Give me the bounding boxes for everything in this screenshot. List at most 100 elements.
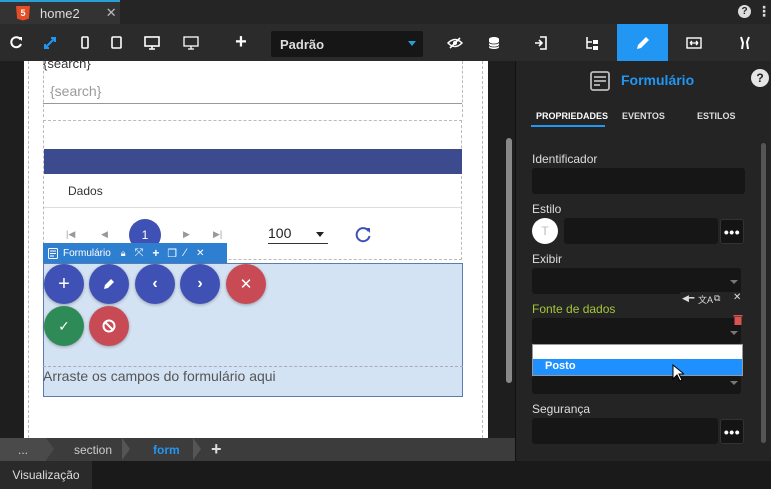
last-page-icon[interactable]: ▶| (213, 229, 222, 240)
seguranca-input[interactable] (532, 418, 718, 444)
identificador-input[interactable] (532, 168, 745, 194)
page-size-value: 100 (268, 225, 292, 241)
move-icon[interactable]: ⤧ (135, 247, 144, 260)
next-page-icon[interactable]: ▶ (183, 229, 190, 240)
grid-header (44, 149, 462, 174)
database-icon[interactable] (480, 24, 508, 61)
search-input[interactable]: {search} (43, 77, 462, 104)
add-child-icon[interactable]: + (152, 246, 159, 260)
back-icon[interactable]: ◀━ (682, 293, 694, 304)
exibir-select[interactable] (532, 268, 741, 294)
breadcrumb-separator (46, 438, 54, 460)
chevron-left-icon: ‹ (152, 275, 158, 292)
breadcrumb-item-section[interactable]: section (74, 438, 112, 461)
active-tab-indicator (531, 125, 605, 127)
table-cell: Dados (68, 184, 103, 198)
lock-icon[interactable]: 🔒︎ (121, 248, 126, 259)
form-guide (43, 366, 463, 367)
option-posto[interactable]: Posto (533, 359, 742, 375)
page-size-select[interactable]: 100 (268, 225, 328, 244)
seguranca-more-button[interactable]: ••• (720, 419, 744, 444)
tab-estilos[interactable]: ESTILOS (697, 111, 736, 121)
chevron-down-icon (408, 41, 416, 46)
first-page-icon[interactable]: |◀ (66, 229, 75, 240)
refresh-icon[interactable] (2, 24, 30, 61)
estilo-input[interactable] (564, 218, 718, 244)
html5-icon: 5 (16, 5, 30, 21)
table-row[interactable]: Dados (44, 174, 462, 208)
tab-home2[interactable]: 5 home2 ✕ (0, 0, 120, 24)
add-icon[interactable]: + (227, 24, 255, 61)
estilo-avatar[interactable]: T (532, 218, 558, 244)
eye-slash-icon[interactable] (441, 24, 469, 61)
status-bar (0, 461, 771, 489)
tree-icon[interactable] (566, 24, 617, 61)
identificador-label: Identificador (532, 152, 598, 166)
form-icon (48, 247, 58, 259)
chevron-down-icon (316, 232, 324, 237)
monitor-icon[interactable] (177, 24, 205, 61)
close-icon: ✕ (239, 276, 253, 293)
form-drop-hint: Arraste os campos do formulário aqui (43, 368, 276, 384)
window-menu-icon[interactable]: ⋮ (757, 3, 771, 20)
magic-wand-icon[interactable]: ⁄ (184, 247, 186, 259)
resize-icon[interactable] (668, 24, 719, 61)
chevron-down-icon (730, 381, 738, 385)
copy-icon[interactable]: ❐ (167, 247, 177, 260)
exibir-label: Exibir (532, 252, 563, 266)
add-button[interactable]: + (44, 264, 84, 304)
outer-guide-left (28, 61, 29, 438)
next-button[interactable]: › (180, 264, 220, 304)
device-select[interactable]: Padrão (271, 31, 423, 57)
form-tag[interactable]: Formulário 🔒︎ ⤧ + ❐ ⁄ ✕ (43, 243, 227, 263)
refresh-grid-icon[interactable] (354, 226, 372, 249)
trash-icon[interactable] (733, 312, 743, 330)
breadcrumb-item-form[interactable]: form (153, 438, 180, 461)
chevron-right-icon: › (197, 275, 203, 292)
option-empty[interactable] (533, 345, 742, 359)
edit-properties-tab[interactable] (617, 24, 668, 61)
clear-icon[interactable]: ✕ (733, 292, 741, 303)
translate-icon[interactable]: 文A (698, 293, 713, 306)
chevron-down-icon (730, 280, 738, 284)
tablet-icon[interactable] (102, 24, 130, 61)
panel-help-icon[interactable]: ? (751, 69, 769, 87)
window-help-icon[interactable]: ? (738, 5, 751, 18)
estilo-more-button[interactable]: ••• (720, 219, 744, 244)
prev-page-icon[interactable]: ◀ (101, 229, 108, 240)
search-guide-right (462, 61, 463, 117)
mouse-cursor (672, 363, 686, 387)
pencil-icon (104, 279, 114, 289)
desktop-icon[interactable] (138, 24, 166, 61)
tab-eventos[interactable]: EVENTOS (622, 111, 665, 121)
preview-tab[interactable]: Visualização (0, 461, 92, 489)
external-link-icon[interactable]: ⧉ (714, 293, 720, 304)
panel-title: Formulário (621, 72, 695, 88)
breadcrumb-add-icon[interactable]: + (211, 438, 222, 461)
edit-button[interactable] (89, 264, 129, 304)
hidden-select[interactable] (532, 376, 741, 394)
previous-button[interactable]: ‹ (135, 264, 175, 304)
canvas-scroll-thumb[interactable] (506, 138, 512, 383)
cancel-button[interactable] (89, 306, 129, 346)
panel-scroll-thumb[interactable] (761, 143, 766, 443)
tab-close-icon[interactable]: ✕ (106, 5, 117, 21)
save-button[interactable]: ✓ (44, 306, 84, 346)
tools-icon[interactable] (719, 24, 770, 61)
check-icon: ✓ (58, 317, 70, 334)
form-tag-label: Formulário (63, 247, 111, 259)
plus-icon: + (58, 272, 70, 295)
delete-button[interactable]: ✕ (226, 264, 266, 304)
estilo-label: Estilo (532, 202, 562, 216)
fonte-dados-select[interactable] (532, 318, 741, 344)
import-icon[interactable] (515, 24, 566, 61)
tab-propriedades[interactable]: PROPRIEDADES (536, 111, 608, 121)
remove-icon[interactable]: ✕ (196, 248, 204, 259)
breadcrumb-item-root[interactable]: ... (0, 438, 46, 461)
ban-icon (102, 319, 116, 333)
breadcrumb-separator (193, 438, 201, 460)
seguranca-label: Segurança (532, 402, 591, 416)
form-icon (590, 71, 610, 96)
search-label: {search} (43, 56, 91, 71)
outer-guide-right (482, 61, 483, 438)
